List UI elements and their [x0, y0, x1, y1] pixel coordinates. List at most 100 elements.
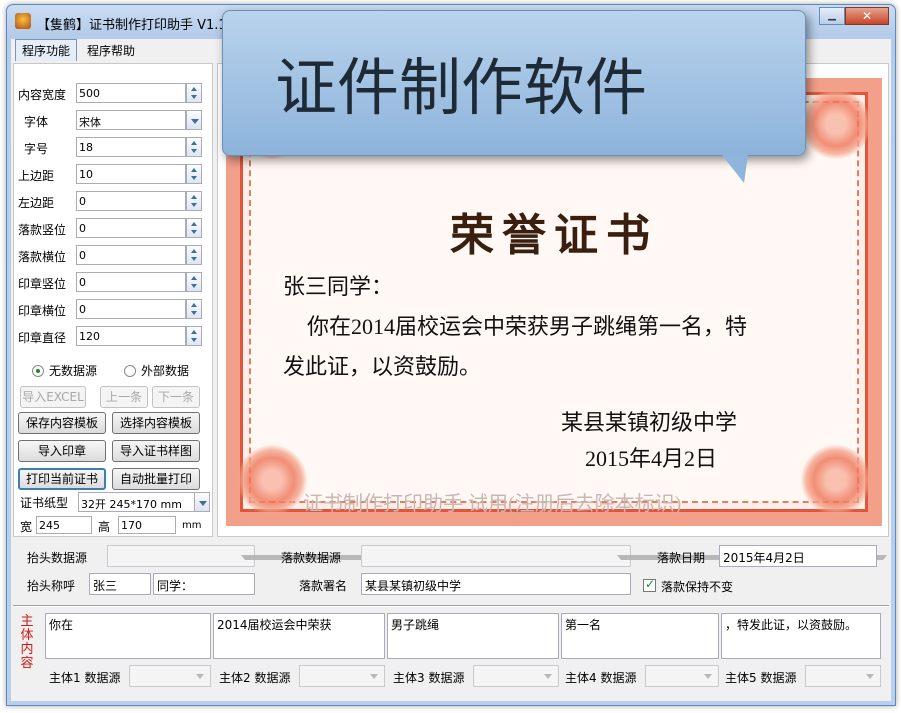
- left-margin-spinner[interactable]: [186, 191, 202, 211]
- main-body-source4-select[interactable]: [645, 665, 719, 687]
- sign-source-label: 落款数据源: [281, 551, 342, 565]
- import-seal-button[interactable]: 导入印章: [18, 440, 106, 462]
- spin-up-icon[interactable]: [191, 168, 197, 172]
- keep-sign-checkbox[interactable]: [643, 577, 656, 592]
- main-body-source4-label: 主体4 数据源: [565, 671, 637, 685]
- seal-diameter-spinner[interactable]: [186, 326, 202, 346]
- spin-down-icon[interactable]: [191, 338, 197, 342]
- spin-up-icon[interactable]: [191, 141, 197, 145]
- prop-label: 内容宽度: [18, 88, 67, 102]
- prev-record-button[interactable]: 上一条: [100, 386, 148, 408]
- chevron-down-icon[interactable]: [704, 674, 712, 679]
- chevron-down-icon[interactable]: [186, 110, 202, 130]
- settings-panel: 内容宽度 500 字体 宋体 字号 18 上边距 10 左边距 0 落款竖位 0…: [13, 63, 213, 537]
- font-size-spinner[interactable]: [186, 137, 202, 157]
- import-excel-button[interactable]: 导入EXCEL: [20, 386, 86, 408]
- main-body-part3-input[interactable]: 男子跳绳: [387, 613, 559, 659]
- paper-height-input[interactable]: 170: [118, 516, 176, 534]
- main-body-source1-select[interactable]: [129, 665, 211, 687]
- corner-ornament-icon: [801, 89, 871, 159]
- left-margin-input[interactable]: 0: [76, 191, 186, 211]
- menu-program-help[interactable]: 程序帮助: [81, 40, 141, 61]
- app-logo-icon: [15, 13, 31, 29]
- main-body-source3-select[interactable]: [473, 665, 559, 687]
- spin-up-icon[interactable]: [191, 222, 197, 226]
- main-body-part2-input[interactable]: 2014届校运会中荣获: [213, 613, 385, 659]
- sign-source-select[interactable]: [361, 545, 631, 567]
- spin-down-icon[interactable]: [191, 176, 197, 180]
- spin-up-icon[interactable]: [191, 330, 197, 334]
- spin-down-icon[interactable]: [191, 284, 197, 288]
- spin-up-icon[interactable]: [191, 249, 197, 253]
- content-width-input[interactable]: 500: [76, 83, 186, 103]
- prop-label: 上边距: [18, 169, 55, 183]
- spin-up-icon[interactable]: [191, 87, 197, 91]
- sign-name-label: 落款署名: [299, 579, 348, 593]
- sign-horizontal-input[interactable]: 0: [76, 245, 186, 265]
- keep-sign-label: 落款保持不变: [661, 580, 734, 594]
- radio-selected-icon[interactable]: [32, 364, 44, 377]
- prop-left-margin: 左边距 0: [14, 190, 214, 212]
- certificate-date: 2015年4月2日: [585, 446, 718, 471]
- radio-external-data[interactable]: 外部数据: [124, 362, 189, 379]
- main-body-source3-label: 主体3 数据源: [393, 671, 465, 685]
- callout-banner: 证件制作软件: [222, 10, 806, 156]
- top-margin-input[interactable]: 10: [76, 164, 186, 184]
- header-source-select[interactable]: [107, 545, 255, 567]
- sign-horizontal-spinner[interactable]: [186, 245, 202, 265]
- spin-down-icon[interactable]: [191, 311, 197, 315]
- menu-program-functions[interactable]: 程序功能: [15, 38, 78, 62]
- data-fields-panel: 抬头数据源 落款数据源 落款日期 2015年4月2日 抬头称呼 张三 同学： 落…: [13, 541, 889, 601]
- corner-ornament-icon: [237, 445, 307, 515]
- chevron-down-icon[interactable]: [866, 674, 874, 679]
- prop-content-width: 内容宽度 500: [14, 82, 214, 104]
- auto-batch-print-button[interactable]: 自动批量打印: [112, 468, 200, 490]
- certificate-recipient: 张三同学：: [283, 274, 394, 299]
- close-button[interactable]: ✕: [845, 7, 889, 25]
- font-select[interactable]: 宋体: [76, 110, 186, 130]
- save-template-button[interactable]: 保存内容模板: [18, 412, 106, 434]
- chevron-down-icon[interactable]: [370, 674, 378, 679]
- chevron-down-icon[interactable]: [544, 674, 552, 679]
- seal-vertical-spinner[interactable]: [186, 272, 202, 292]
- sign-date-input[interactable]: 2015年4月2日: [719, 545, 877, 567]
- paper-width-input[interactable]: 245: [36, 516, 92, 534]
- paper-type-select[interactable]: 32开 245*170 mm: [78, 492, 198, 512]
- header-suffix-input[interactable]: 同学：: [153, 573, 255, 595]
- main-body-part4-input[interactable]: 第一名: [561, 613, 719, 659]
- main-body-part5-input[interactable]: ，特发此证，以资鼓励。: [721, 613, 881, 659]
- seal-vertical-input[interactable]: 0: [76, 272, 186, 292]
- spin-up-icon[interactable]: [191, 303, 197, 307]
- seal-horizontal-input[interactable]: 0: [76, 299, 186, 319]
- spin-down-icon[interactable]: [191, 203, 197, 207]
- top-margin-spinner[interactable]: [186, 164, 202, 184]
- select-template-button[interactable]: 选择内容模板: [112, 412, 200, 434]
- radio-unselected-icon[interactable]: [124, 364, 136, 377]
- seal-horizontal-spinner[interactable]: [186, 299, 202, 319]
- main-body-source2-select[interactable]: [299, 665, 385, 687]
- spin-up-icon[interactable]: [191, 195, 197, 199]
- main-body-part1-input[interactable]: 你在: [45, 613, 211, 659]
- minimize-button[interactable]: ▁: [819, 7, 845, 25]
- main-body-source5-select[interactable]: [805, 665, 881, 687]
- spin-down-icon[interactable]: [191, 230, 197, 234]
- sign-vertical-input[interactable]: 0: [76, 218, 186, 238]
- chevron-down-icon[interactable]: [194, 492, 210, 512]
- print-current-button[interactable]: 打印当前证书: [18, 468, 106, 490]
- spin-down-icon[interactable]: [191, 95, 197, 99]
- spin-down-icon[interactable]: [191, 149, 197, 153]
- import-sample-button[interactable]: 导入证书样图: [112, 440, 200, 462]
- header-name-input[interactable]: 张三: [89, 573, 151, 595]
- sign-name-input[interactable]: 某县某镇初级中学: [361, 573, 631, 595]
- unit-label: mm: [182, 520, 202, 531]
- chevron-down-icon[interactable]: [196, 674, 204, 679]
- datasource-radio-group: 无数据源 外部数据: [24, 360, 209, 378]
- sign-vertical-spinner[interactable]: [186, 218, 202, 238]
- spin-up-icon[interactable]: [191, 276, 197, 280]
- next-record-button[interactable]: 下一条: [152, 386, 200, 408]
- seal-diameter-input[interactable]: 120: [76, 326, 186, 346]
- font-size-input[interactable]: 18: [76, 137, 186, 157]
- spin-down-icon[interactable]: [191, 257, 197, 261]
- content-width-spinner[interactable]: [186, 83, 202, 103]
- radio-no-datasource[interactable]: 无数据源: [32, 362, 97, 379]
